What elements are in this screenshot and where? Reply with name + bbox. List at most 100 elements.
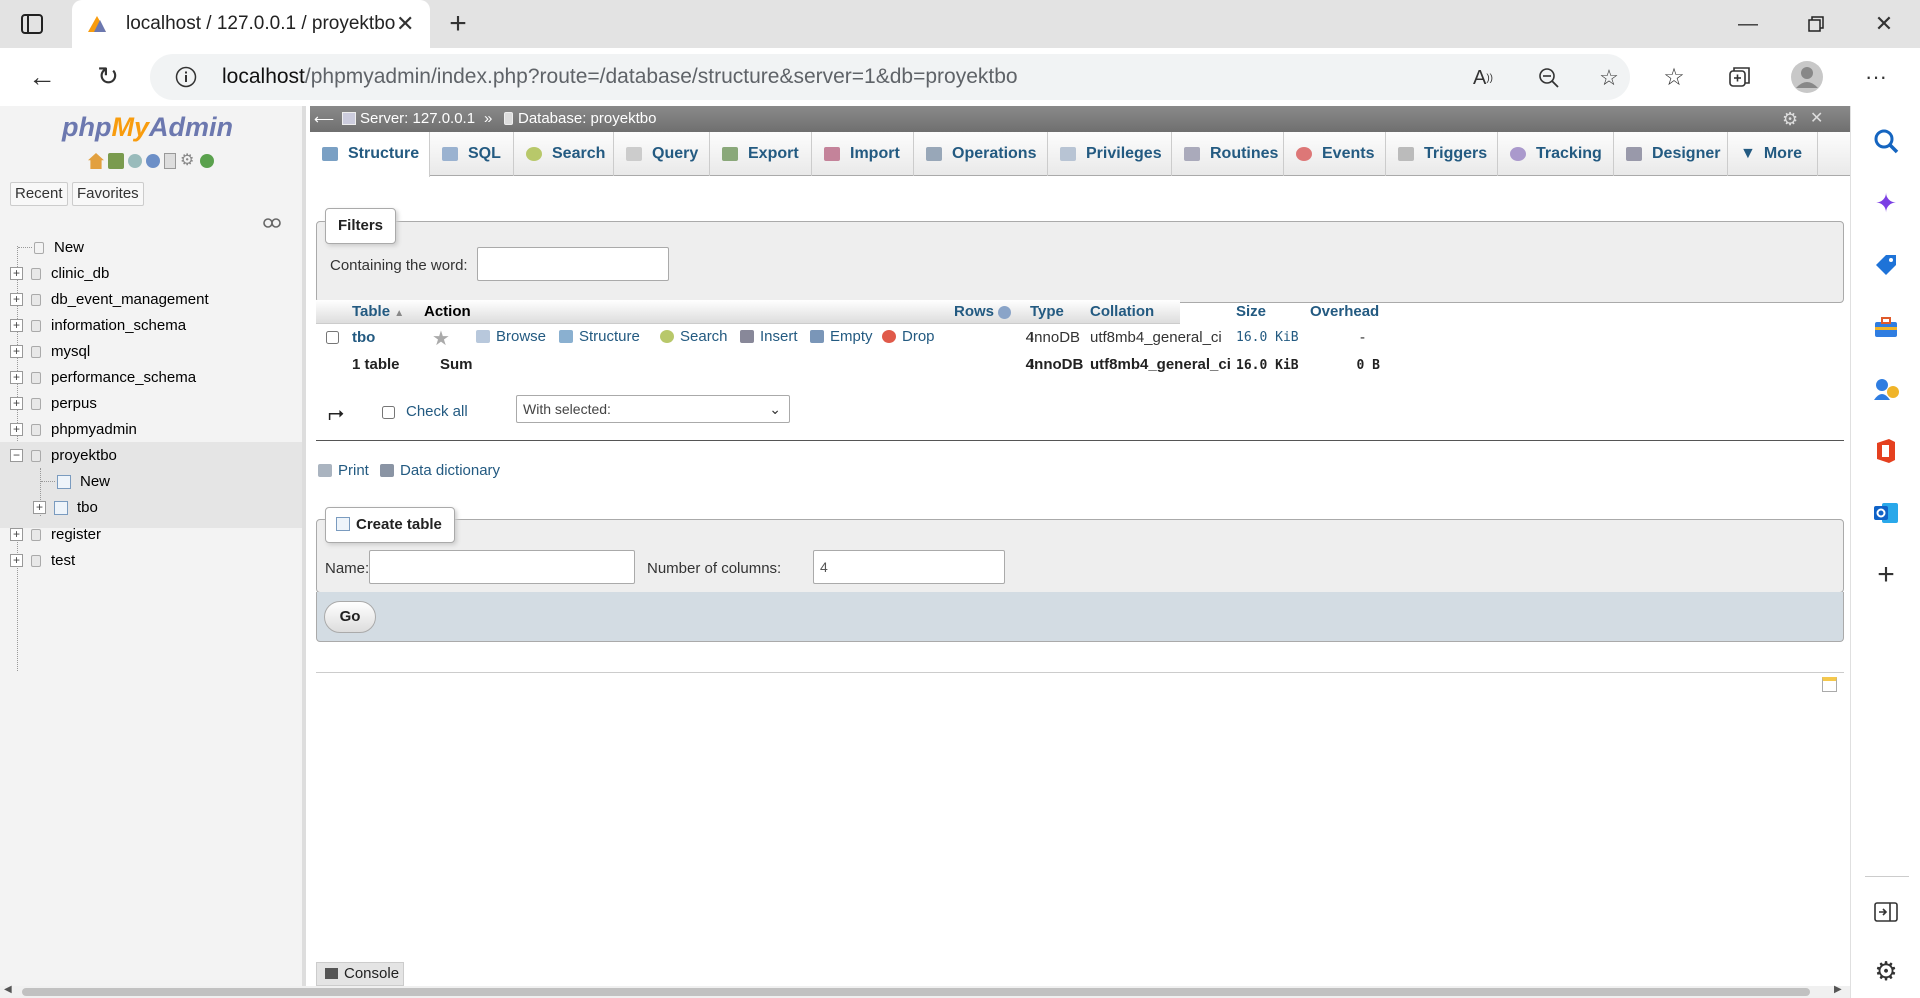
new-tab-icon[interactable]: + [444,7,472,40]
site-info-icon[interactable] [174,65,198,89]
tree-new-database[interactable]: New [18,239,84,256]
with-selected-select[interactable]: With selected: ⌄ [516,395,790,423]
add-sidebar-app-icon[interactable]: + [1871,558,1901,591]
more-menu-icon[interactable]: ··· [1862,63,1890,91]
empty-action[interactable]: Empty [810,328,873,345]
breadcrumb-server[interactable]: Server: 127.0.0.1 [360,106,475,132]
favorite-tables-button[interactable]: Favorites [72,182,144,206]
header-overhead[interactable]: Overhead [1310,300,1379,324]
check-all-label[interactable]: Check all [406,403,468,420]
outlook-icon[interactable] [1871,498,1901,528]
browse-action[interactable]: Browse [476,328,546,345]
scrollbar-thumb[interactable] [22,988,1810,996]
address-bar[interactable]: localhost/phpmyadmin/index.php?route=/da… [150,54,1630,100]
page-settings-icon[interactable]: ⚙ [1782,106,1798,132]
pma-logo[interactable]: phpMyAdmin [62,112,233,143]
tree-db-perpus[interactable]: + perpus [10,395,97,412]
check-all-checkbox[interactable] [382,406,395,419]
close-window-icon[interactable]: ✕ [1870,10,1898,38]
back-icon[interactable]: ← [28,61,56,92]
data-dictionary-link[interactable]: Data dictionary [380,462,500,479]
logout-icon[interactable] [108,153,124,169]
expand-icon[interactable]: + [10,528,23,541]
office-icon[interactable] [1871,436,1901,466]
tree-table-tbo[interactable]: + tbo [33,499,98,516]
favorites-icon[interactable]: ☆ [1660,63,1688,91]
expand-icon[interactable]: + [33,501,46,514]
expand-icon[interactable]: + [10,423,23,436]
scroll-left-icon[interactable]: ◀ [4,984,12,995]
close-tab-icon[interactable]: ✕ [396,11,414,37]
collapse-nav-icon[interactable]: ⟵ [314,106,334,132]
minimize-icon[interactable]: — [1734,10,1762,38]
scroll-right-icon[interactable]: ▶ [1834,984,1842,995]
tab-tracking[interactable]: Tracking [1498,132,1614,176]
tree-db-db_event_management[interactable]: + db_event_management [10,291,209,308]
collapse-icon[interactable]: − [10,449,23,462]
tab-more[interactable]: ▼ More [1728,132,1818,176]
hide-sidebar-icon[interactable] [1871,897,1901,927]
console-tab[interactable]: Console [316,962,404,986]
profile-avatar-icon[interactable] [1790,60,1824,94]
settings-gear-icon[interactable]: ⚙ [1871,956,1901,986]
tree-proyektbo-new-table[interactable]: New [41,473,110,490]
tree-db-clinic_db[interactable]: + clinic_db [10,265,109,282]
tab-designer[interactable]: Designer [1614,132,1728,176]
header-collation[interactable]: Collation [1090,300,1154,324]
tab-structure[interactable]: Structure [310,132,430,177]
refresh-icon[interactable]: ↻ [94,61,122,91]
tree-db-mysql[interactable]: + mysql [10,343,90,360]
tab-search[interactable]: Search [514,132,614,176]
breadcrumb-database[interactable]: Database: proyektbo [518,106,656,132]
expand-icon[interactable]: + [10,267,23,280]
home-icon[interactable] [88,153,104,169]
filter-input[interactable] [477,247,669,281]
tab-triggers[interactable]: Triggers [1386,132,1498,176]
structure-action[interactable]: Structure [559,328,640,345]
search-icon[interactable] [1871,126,1901,156]
header-size[interactable]: Size [1236,300,1266,324]
tools-briefcase-icon[interactable] [1871,312,1901,342]
tab-routines[interactable]: Routines [1172,132,1284,176]
expand-icon[interactable]: + [10,345,23,358]
row-checkbox[interactable] [326,331,339,344]
search-action[interactable]: Search [660,328,728,345]
expand-icon[interactable]: + [10,397,23,410]
read-aloud-icon[interactable]: A)) [1470,65,1496,91]
collections-icon[interactable] [1726,63,1754,91]
add-favorite-icon[interactable]: ☆ [1596,65,1622,91]
header-table[interactable]: Table ▲ [352,300,404,324]
tab-export[interactable]: Export [710,132,812,176]
shopping-tag-icon[interactable] [1871,250,1901,280]
tree-db-performance_schema[interactable]: + performance_schema [10,369,196,386]
table-name-link[interactable]: tbo [352,328,375,348]
expand-icon[interactable]: + [10,554,23,567]
tab-events[interactable]: Events [1284,132,1386,176]
header-type[interactable]: Type [1030,300,1064,324]
restore-icon[interactable] [1802,10,1830,38]
tree-db-register[interactable]: + register [10,526,101,543]
copilot-sparkle-icon[interactable]: ✦ [1871,188,1901,218]
tab-query[interactable]: Query [614,132,710,176]
columns-input[interactable]: 4 [813,550,1005,584]
documentation-icon[interactable] [164,153,176,169]
tree-db-phpmyadmin[interactable]: + phpmyadmin [10,421,137,438]
tab-import[interactable]: Import [812,132,914,176]
tree-db-test[interactable]: + test [10,552,75,569]
nav-settings-icon[interactable]: ⚙ [180,153,196,169]
drop-action[interactable]: Drop [882,328,935,345]
tab-actions-icon[interactable] [20,12,44,36]
recent-tables-button[interactable]: Recent [10,182,68,206]
expand-icon[interactable]: + [10,293,23,306]
help-icon[interactable] [146,154,160,168]
browser-tab[interactable]: localhost / 127.0.0.1 / proyektbo ✕ [72,0,430,48]
tab-operations[interactable]: Operations [914,132,1048,176]
collapse-all-link-icon[interactable] [262,216,282,230]
header-rows[interactable]: Rows [954,300,1012,324]
tab-sql[interactable]: SQL [430,132,514,176]
zoom-out-icon[interactable] [1536,65,1562,91]
favorite-star-icon[interactable]: ★ [432,326,450,351]
reload-nav-icon[interactable] [200,154,214,168]
print-link[interactable]: Print [318,462,369,479]
horizontal-scrollbar[interactable]: ◀ ▶ [0,984,1850,998]
